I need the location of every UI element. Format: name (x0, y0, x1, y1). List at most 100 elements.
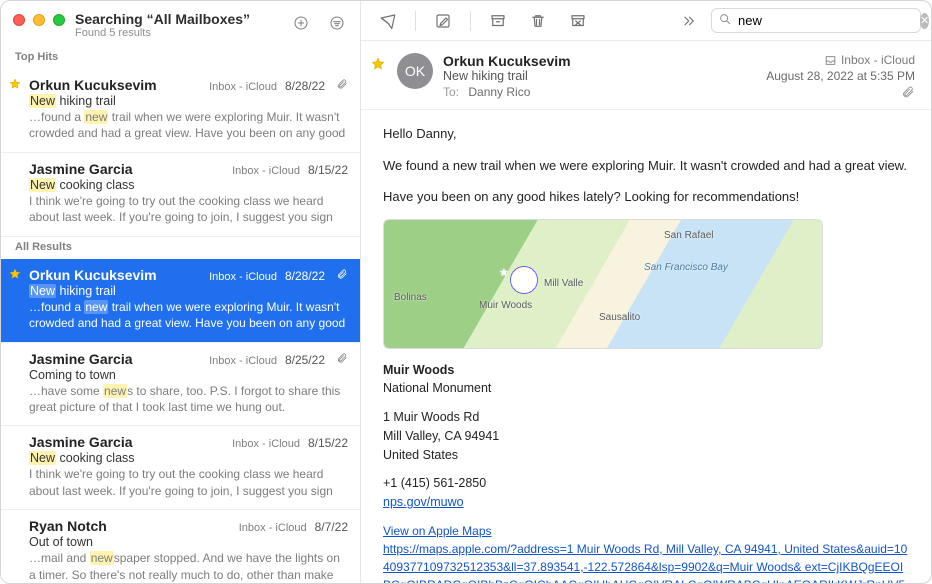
message-date: 8/28/22 (285, 269, 325, 283)
star-icon[interactable] (9, 268, 23, 282)
message-preview: …found a new trail when we were explorin… (29, 109, 348, 142)
message-header: OK Orkun Kucuksevim New hiking trail To:… (361, 41, 931, 110)
new-smart-mailbox-button[interactable] (288, 11, 314, 35)
body-paragraph: We found a new trail when we were explor… (383, 156, 909, 176)
filter-button[interactable] (324, 11, 350, 35)
to-name: Danny Rico (468, 85, 530, 99)
section-all-results-label: All Results (1, 237, 360, 259)
attachment-icon (337, 78, 348, 93)
message-subject: Out of town (29, 535, 348, 549)
map-attachment[interactable]: ★ Mill Valle Muir Woods San Rafael San F… (383, 219, 823, 349)
map-label: Muir Woods (479, 298, 532, 313)
message-preview: I think we're going to try out the cooki… (29, 466, 348, 499)
more-toolbar-button[interactable] (671, 7, 705, 35)
body-paragraph: Have you been on any good hikes lately? … (383, 187, 909, 207)
result-count: Found 5 results (75, 27, 278, 39)
map-label: Mill Valle (544, 276, 583, 291)
message-row[interactable]: Ryan NotchInbox - iCloud8/7/22Out of tow… (1, 510, 360, 583)
place-address-line: Mill Valley, CA 94941 (383, 427, 909, 446)
message-subject: New hiking trail (29, 94, 348, 108)
star-icon[interactable] (9, 519, 23, 533)
mailbox-label: Inbox - iCloud (209, 355, 277, 367)
message-row[interactable]: Orkun Kucuksevim Inbox - iCloud 8/28/22New… (1, 259, 360, 343)
from-name: Orkun Kucuksevim (443, 53, 756, 69)
search-field[interactable]: ✕ (711, 8, 921, 33)
compose-button[interactable] (426, 7, 460, 35)
star-icon[interactable] (9, 162, 23, 176)
to-line: To: Danny Rico (443, 85, 756, 99)
message-subject: New cooking class (29, 178, 348, 192)
window-controls (13, 11, 65, 26)
place-address-line: 1 Muir Woods Rd (383, 408, 909, 427)
message-subject: New cooking class (29, 451, 348, 465)
place-card: Muir Woods National Monument 1 Muir Wood… (383, 361, 909, 583)
to-label: To: (443, 85, 459, 99)
mailbox-label: Inbox - iCloud (239, 522, 307, 534)
attachment-icon (337, 352, 348, 367)
search-input[interactable] (738, 13, 914, 28)
place-phone: +1 (415) 561-2850 (383, 474, 909, 493)
map-label: Bolinas (394, 290, 427, 305)
separator (470, 11, 471, 31)
inbox-icon (824, 54, 837, 67)
place-kind: National Monument (383, 379, 909, 398)
message-preview: I think we're going to try out the cooki… (29, 193, 348, 226)
clear-search-button[interactable]: ✕ (920, 13, 929, 29)
message-row[interactable]: Jasmine Garcia Inbox - iCloud 8/15/22New c… (1, 153, 360, 237)
map-label: San Francisco Bay (644, 260, 728, 275)
message-date: 8/25/22 (285, 353, 325, 367)
message-row[interactable]: Orkun Kucuksevim Inbox - iCloud 8/28/22New… (1, 69, 360, 153)
section-top-hits-label: Top Hits (1, 47, 360, 69)
message-list-pane: Searching “All Mailboxes” Found 5 result… (1, 1, 361, 583)
body-greeting: Hello Danny, (383, 124, 909, 144)
close-window-button[interactable] (13, 14, 25, 26)
message-subject: New hiking trail (443, 69, 756, 83)
reply-button[interactable] (371, 7, 405, 35)
message-date: 8/15/22 (308, 436, 348, 450)
toolbar: ✕ (361, 1, 931, 41)
star-icon[interactable] (371, 53, 387, 74)
avatar: OK (397, 53, 433, 89)
sender-name: Jasmine Garcia (29, 161, 224, 177)
title-wrap: Searching “All Mailboxes” Found 5 result… (75, 11, 278, 39)
star-icon[interactable] (9, 435, 23, 449)
star-icon[interactable] (9, 78, 23, 92)
message-preview: …mail and newspaper stopped. And we have… (29, 550, 348, 583)
sender-name: Jasmine Garcia (29, 351, 201, 367)
place-website-link[interactable]: nps.gov/muwo (383, 495, 464, 509)
attachment-icon (337, 268, 348, 283)
all-results-list[interactable]: Orkun KucuksevimInbox - iCloud8/28/22New… (1, 259, 360, 583)
archive-button[interactable] (481, 7, 515, 35)
view-on-maps-link[interactable]: View on Apple Maps (383, 524, 492, 538)
mailbox-label: Inbox - iCloud (232, 165, 300, 177)
message-row[interactable]: Jasmine GarciaInbox - iCloud8/15/22New c… (1, 426, 360, 510)
message-subject: New hiking trail (29, 284, 348, 298)
mailbox-label: Inbox - iCloud (209, 81, 277, 93)
map-label: San Rafael (664, 228, 713, 243)
place-address-line: United States (383, 446, 909, 465)
delete-button[interactable] (521, 7, 555, 35)
maps-url-link[interactable]: https://maps.apple.com/?address=1 Muir W… (383, 542, 907, 583)
star-icon[interactable] (9, 352, 23, 366)
map-label: Sausalito (599, 310, 640, 325)
separator (415, 11, 416, 31)
mailbox-indicator[interactable]: Inbox - iCloud (766, 53, 915, 67)
mailbox-label: Inbox - iCloud (209, 271, 277, 283)
message-body[interactable]: Hello Danny, We found a new trail when w… (361, 110, 931, 583)
minimize-window-button[interactable] (33, 14, 45, 26)
sender-name: Orkun Kucuksevim (29, 77, 201, 93)
message-row[interactable]: Jasmine GarciaInbox - iCloud8/25/22Comin… (1, 343, 360, 426)
map-pin-star-icon: ★ (499, 265, 509, 282)
search-icon (718, 12, 732, 29)
message-date: 8/15/22 (308, 163, 348, 177)
place-name: Muir Woods (383, 361, 909, 380)
junk-button[interactable] (561, 7, 595, 35)
top-hits-list: Orkun KucuksevimInbox - iCloud8/28/22New… (1, 69, 360, 237)
sender-name: Orkun Kucuksevim (29, 267, 201, 283)
content-pane: ✕ OK Orkun Kucuksevim New hiking trail T… (361, 1, 931, 583)
message-date: 8/28/22 (285, 79, 325, 93)
zoom-window-button[interactable] (53, 14, 65, 26)
mail-window: Searching “All Mailboxes” Found 5 result… (0, 0, 932, 584)
window-title: Searching “All Mailboxes” (75, 11, 278, 27)
attachment-icon[interactable] (766, 86, 915, 99)
